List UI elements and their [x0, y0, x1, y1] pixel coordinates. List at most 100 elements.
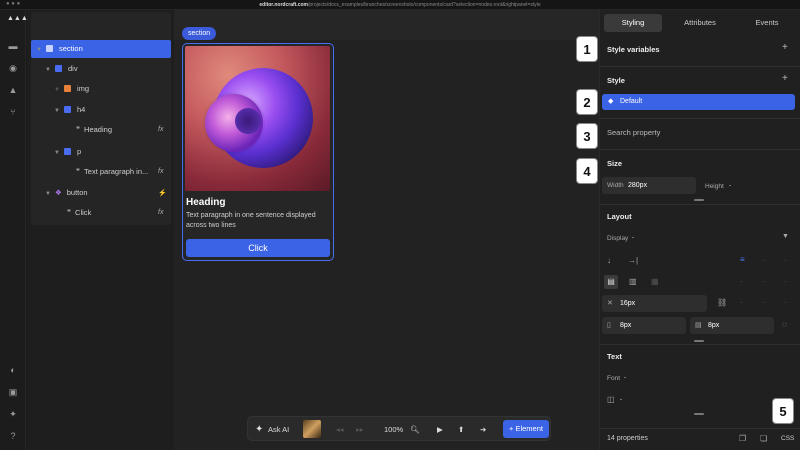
padding-right-field[interactable]: ▤ 8px — [690, 317, 774, 334]
resize-handle[interactable] — [694, 413, 704, 415]
paste-icon[interactable]: ❏ — [760, 434, 767, 443]
padding-right-value: 8px — [708, 322, 720, 329]
forward-icon[interactable]: ➜ — [480, 417, 486, 442]
tree-label: Heading — [84, 125, 112, 134]
warning-icon[interactable]: ▲ — [7, 84, 19, 96]
tree-label: Text paragraph in... — [84, 167, 149, 176]
default-style-button[interactable]: ◆ Default — [602, 94, 795, 110]
link-icon[interactable]: ⛓ — [717, 298, 727, 307]
tree-row-h4[interactable]: ▼ h4 — [54, 101, 85, 119]
add-element-button[interactable]: + Element — [503, 420, 549, 438]
padding-left-field[interactable]: ▯ 8px — [602, 317, 686, 334]
chevron-down-icon[interactable]: ▼ — [54, 144, 64, 162]
dot-icon[interactable]: · — [784, 298, 787, 307]
divider — [600, 66, 800, 67]
preview-thumbnail[interactable] — [303, 420, 321, 438]
step-back-icon[interactable]: ◂◂ — [336, 417, 344, 442]
padding-icon: ▤ — [695, 322, 702, 329]
chevron-down-icon[interactable]: ▼ — [54, 102, 64, 120]
dot-icon[interactable]: · — [762, 298, 765, 307]
fx-icon[interactable]: fx — [158, 126, 163, 133]
bulb-icon[interactable]: ✦ — [7, 408, 19, 420]
bottom-toolbar: ✦ Ask AI ◂◂ ▸▸ 100% 🔍︎ ▶ ⬆ ➜ + Element — [247, 416, 551, 441]
arrow-right-icon[interactable]: →| — [628, 256, 638, 265]
tree-row-img[interactable]: ▼ img — [54, 80, 89, 98]
tree-row-heading-text[interactable]: ❞ Heading — [76, 121, 112, 139]
section-icon — [46, 45, 53, 52]
tree-row-p[interactable]: ▼ p — [54, 143, 81, 161]
card-paragraph[interactable]: Text paragraph in one sentence displayed… — [186, 211, 328, 231]
tree-row-section-content[interactable]: ▼ section — [36, 40, 83, 58]
url-bar[interactable]: editor.nordcraft.com/projects/docs_examp… — [0, 2, 800, 8]
url-path: /projects/docs_examples/branches/screens… — [307, 2, 541, 8]
dot-icon[interactable]: · — [740, 277, 743, 286]
chevron-down-icon[interactable]: ▼ — [45, 185, 55, 203]
arrow-up-icon[interactable]: ⬆ — [458, 417, 464, 442]
flex-icon[interactable]: ▤ — [604, 275, 618, 289]
align-center-icon[interactable]: · — [762, 256, 765, 265]
canvas-header — [174, 10, 599, 40]
zoom-level[interactable]: 100% — [384, 417, 403, 442]
trash-icon[interactable]: ▦ — [651, 277, 659, 286]
gift-icon[interactable]: ▣ — [7, 386, 19, 398]
step-forward-icon[interactable]: ▸▸ — [356, 417, 364, 442]
text-extra-value[interactable]: - — [620, 396, 622, 403]
font-value[interactable]: - — [624, 374, 626, 381]
fx-icon[interactable]: fx — [158, 168, 163, 175]
branch-icon[interactable]: ⑂ — [7, 106, 19, 118]
chevron-down-icon[interactable]: ▼ — [36, 41, 46, 59]
help-icon[interactable]: ? — [7, 430, 19, 442]
arrow-down-icon[interactable]: ↓ — [607, 256, 611, 265]
tab-attributes[interactable]: Attributes — [670, 14, 730, 32]
gap-field[interactable]: ✕ 16px — [602, 295, 707, 312]
url-host: editor.nordcraft.com — [259, 2, 308, 8]
display-value[interactable]: - — [632, 234, 634, 241]
tree-row-div[interactable]: ▼ div — [45, 60, 78, 78]
tree-row-paragraph-text[interactable]: ❞ Text paragraph in... — [76, 163, 148, 181]
align-left-icon[interactable]: ≡ — [740, 255, 745, 264]
card-heading[interactable]: Heading — [186, 197, 225, 208]
add-variable-icon[interactable]: + — [782, 42, 788, 53]
css-button[interactable]: CSS — [781, 435, 794, 442]
grid-icon[interactable]: ▥ — [629, 277, 637, 286]
chevron-down-icon[interactable]: ▼ — [45, 61, 55, 79]
height-value[interactable]: - — [729, 182, 731, 189]
zoom-icon[interactable]: 🔍︎ — [410, 417, 420, 442]
lightning-icon[interactable]: ⚡ — [158, 189, 167, 197]
width-field[interactable]: Width 280px — [602, 177, 696, 194]
dot-icon[interactable]: · — [740, 298, 743, 307]
dot-icon[interactable]: · — [784, 277, 787, 286]
fx-icon[interactable]: fx — [158, 209, 163, 216]
align-right-icon[interactable]: · — [784, 256, 787, 265]
copy-icon[interactable]: ❐ — [739, 434, 746, 443]
folder-icon[interactable]: ▬ — [7, 40, 19, 52]
tab-styling[interactable]: Styling — [604, 14, 662, 32]
font-label: Font — [607, 375, 621, 382]
dot-icon[interactable]: · — [762, 277, 765, 286]
resize-handle[interactable] — [694, 199, 704, 201]
search-property-input[interactable]: Search property — [607, 128, 660, 137]
card-click-button[interactable]: Click — [186, 239, 330, 257]
tree-row-button[interactable]: ▼ ❖ button — [45, 184, 88, 202]
divider — [600, 149, 800, 150]
selection-chip[interactable]: section — [182, 27, 217, 40]
palette-icon[interactable]: ◉ — [7, 62, 19, 74]
logo-icon[interactable]: ▲▲▲ — [7, 13, 28, 25]
sparkle-icon[interactable]: ✦ — [255, 417, 263, 442]
text-style-icon[interactable]: ◫ — [607, 395, 615, 404]
play-icon[interactable]: ▶ — [437, 417, 443, 442]
card-image[interactable] — [185, 46, 330, 191]
chevron-down-icon[interactable]: ▼ — [782, 233, 789, 240]
ask-ai-button[interactable]: Ask AI — [268, 417, 289, 442]
element-icon — [64, 106, 71, 113]
tree-row-click-text[interactable]: ❞ Click — [67, 204, 91, 222]
quote-icon: ❞ — [67, 208, 72, 217]
chevron-down-icon[interactable]: ▼ — [54, 81, 64, 99]
settings-icon[interactable]: ◌ — [782, 320, 787, 329]
icon-rail: ▲▲▲ ▬ ◉ ▲ ⑂ ◐ ▣ ✦ ? — [0, 10, 28, 450]
tree-label: button — [66, 188, 88, 197]
theme-icon[interactable]: ◐ — [7, 364, 19, 376]
resize-handle[interactable] — [694, 340, 704, 342]
add-style-icon[interactable]: + — [782, 73, 788, 84]
tab-events[interactable]: Events — [738, 14, 796, 32]
